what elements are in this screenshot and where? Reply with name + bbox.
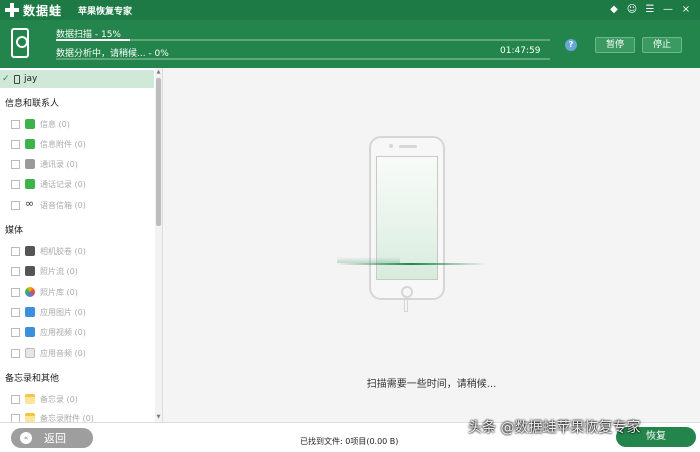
voicemail-icon: [25, 197, 35, 210]
item-label: 信息 (0): [40, 119, 70, 129]
stop-button[interactable]: 停止: [642, 37, 682, 53]
window-controls: ◆ ☺ ☰ — ×: [608, 3, 692, 17]
iphone-illustration: [369, 136, 445, 300]
help-icon[interactable]: ?: [565, 39, 577, 51]
item-label: 照片库 (0): [40, 287, 78, 297]
category-title-messages: 信息和联系人: [5, 99, 60, 109]
list-item[interactable]: 相机胶卷 (0): [11, 244, 86, 258]
checkbox[interactable]: [11, 119, 20, 129]
title-bar: 数据蛙 苹果恢复专家 ◆ ☺ ☰ — ×: [0, 0, 700, 20]
found-files-status: 已找到文件: 0项目(0.00 B): [300, 437, 399, 446]
device-name: jay: [24, 74, 38, 84]
checkbox[interactable]: [11, 413, 20, 422]
item-label: 语音信箱 (0): [40, 200, 86, 210]
checkbox[interactable]: [11, 348, 20, 358]
category-title-media: 媒体: [5, 226, 24, 236]
checkbox[interactable]: [11, 159, 20, 169]
notes-icon: [25, 394, 35, 404]
scan-wait-message: 扫描需要一些时间，请稍候...: [366, 379, 497, 390]
camera-roll-icon: [25, 246, 35, 256]
checkbox[interactable]: [11, 266, 20, 276]
item-label: 通话记录 (0): [40, 179, 86, 189]
pause-button[interactable]: 暂停: [595, 37, 635, 53]
scan-progress-bar: [56, 39, 550, 41]
analysis-progress-bar: [56, 58, 550, 60]
checkbox[interactable]: [11, 139, 20, 149]
feedback-icon[interactable]: ☺: [626, 3, 638, 17]
camera-dot: [389, 144, 393, 148]
list-item[interactable]: 备忘录附件 (0): [11, 411, 94, 422]
message-icon: [25, 119, 35, 129]
device-check-icon[interactable]: ✓: [2, 74, 12, 84]
list-item[interactable]: 信息 (0): [11, 117, 70, 131]
call-history-icon: [25, 179, 35, 189]
list-item[interactable]: 信息附件 (0): [11, 137, 86, 151]
item-label: 备忘录 (0): [40, 394, 78, 404]
list-item[interactable]: 备忘录 (0): [11, 392, 78, 406]
item-label: 应用图片 (0): [40, 307, 86, 317]
item-label: 相机胶卷 (0): [40, 246, 86, 256]
back-label: 返回: [44, 432, 66, 445]
item-label: 应用视频 (0): [40, 327, 86, 337]
checkbox[interactable]: [11, 179, 20, 189]
back-button[interactable]: « 返回: [11, 428, 93, 448]
photo-library-icon: [25, 287, 35, 297]
app-photos-icon: [25, 307, 35, 317]
app-logo: 数据蛙: [0, 2, 62, 19]
logo-cross-icon: [4, 2, 20, 18]
checkbox[interactable]: [11, 394, 20, 404]
iphone-icon: [14, 74, 20, 84]
checkbox[interactable]: [11, 327, 20, 337]
notes-attachment-icon: [25, 413, 35, 422]
scan-line: [336, 263, 486, 265]
lightning-cable: [404, 300, 408, 312]
category-sidebar: ✓ jay 信息和联系人 信息 (0) 信息附件 (0) 通讯录 (0) 通话记…: [0, 68, 163, 422]
list-item[interactable]: 应用音频 (0): [11, 346, 86, 360]
scrollbar-thumb[interactable]: [156, 78, 161, 226]
photo-stream-icon: [25, 266, 35, 276]
diamond-icon[interactable]: ◆: [608, 3, 620, 17]
phone-scan-icon: [11, 28, 29, 58]
checkbox[interactable]: [11, 246, 20, 256]
list-item[interactable]: 照片流 (0): [11, 264, 78, 278]
close-icon[interactable]: ×: [680, 3, 692, 17]
elapsed-time: 01:47:59: [500, 46, 541, 56]
menu-icon[interactable]: ☰: [644, 3, 656, 17]
scroll-down-icon[interactable]: ▼: [155, 414, 162, 420]
item-label: 通讯录 (0): [40, 159, 78, 169]
item-label: 信息附件 (0): [40, 139, 86, 149]
item-label: 备忘录附件 (0): [40, 413, 94, 423]
message-attachment-icon: [25, 139, 35, 149]
app-videos-icon: [25, 327, 35, 337]
list-item[interactable]: 应用图片 (0): [11, 305, 86, 319]
minimize-icon[interactable]: —: [662, 3, 674, 17]
app-audio-icon: [25, 348, 35, 358]
item-label: 照片流 (0): [40, 266, 78, 276]
device-row[interactable]: ✓ jay: [0, 70, 154, 88]
item-label: 应用音频 (0): [40, 348, 86, 358]
contacts-icon: [25, 159, 35, 169]
checkbox[interactable]: [11, 200, 20, 210]
category-title-notes: 备忘录和其他: [5, 374, 60, 384]
list-item[interactable]: 应用视频 (0): [11, 325, 86, 339]
speaker-slot: [399, 145, 417, 148]
watermark: 头条 @数据蛙苹果恢复专家: [468, 420, 641, 436]
list-item[interactable]: 照片库 (0): [11, 285, 78, 299]
checkbox[interactable]: [11, 287, 20, 297]
list-item[interactable]: 语音信箱 (0): [11, 197, 86, 212]
list-item[interactable]: 通话记录 (0): [11, 177, 86, 191]
list-item[interactable]: 通讯录 (0): [11, 157, 78, 171]
scroll-up-icon[interactable]: ▲: [155, 69, 162, 75]
scan-progress-header: 数据扫描 - 15% 数据分析中，请稍候... - 0% 01:47:59 ? …: [0, 20, 700, 68]
logo-text: 数据蛙: [23, 3, 63, 18]
double-left-arrow-icon: «: [20, 432, 32, 444]
scan-main-area: 扫描需要一些时间，请稍候...: [163, 68, 700, 422]
checkbox[interactable]: [11, 307, 20, 317]
home-button: [401, 286, 413, 298]
scan-progress-fill: [56, 39, 131, 41]
app-subtitle: 苹果恢复专家: [78, 6, 133, 17]
